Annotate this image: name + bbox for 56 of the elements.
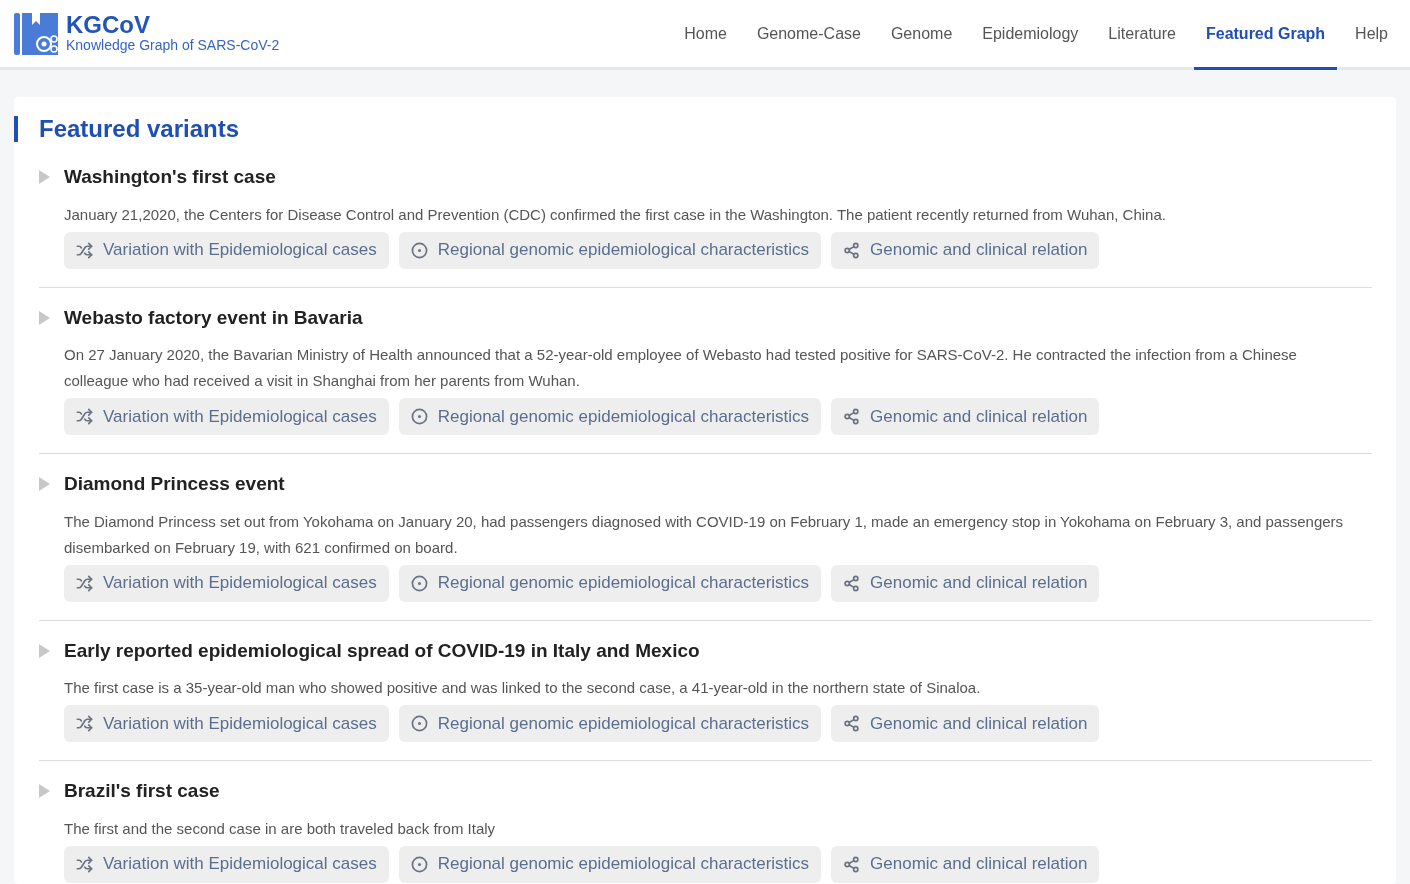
logo-icon [14,10,60,57]
case-description: The first case is a 35-year-old man who showed positive and was linked to the second case, a 41-year-old in the northern state of Sinaloa. [64,678,982,698]
shuffle-icon [76,574,93,592]
case-title: Webasto factory event in Bavaria [64,305,363,330]
nav-tab[interactable]: Genome [878,0,965,70]
feature-button[interactable]: Genomic and clinical relation [831,845,1100,883]
case-description: The Diamond Princess set out from Yokohama on January 20, had passengers diagnosed with COVID-19 on February 1, made an emergency stop in Yokohama on February 3, and passengers disembarked on February 19, with 621 confirmed on board. [64,511,1345,558]
feature-button[interactable]: Genomic and clinical relation [831,705,1100,742]
case-title: Brazil's first case [64,779,220,803]
logo-title: KGCoV [66,12,151,37]
nav-tab[interactable]: Genome-Case [744,0,873,70]
case-title: Washington's first case [64,165,276,189]
share-icon [843,408,861,425]
target-icon [410,855,428,873]
share-icon [843,855,861,873]
target-icon [410,241,428,259]
feature-button[interactable]: Regional genomic epidemiological characteristics [398,564,822,602]
target-icon [410,574,428,592]
case-description: January 21,2020, the Centers for Disease Control and Prevention (CDC) confirmed the first case in the Washington. The patient recently returned from Wuhan, China. [64,204,1167,225]
feature-button[interactable]: Genomic and clinical relation [831,564,1100,602]
nav-tab[interactable]: Epidemiology [970,0,1091,70]
nav-tab[interactable]: Featured Graph [1193,0,1338,70]
nav-tab[interactable]: Home [672,0,739,70]
caret-icon[interactable] [39,310,50,325]
shuffle-icon [76,855,93,873]
share-icon [843,241,861,259]
case-title: Early reported epidemiological spread of COVID-19 in Italy and Mexico [64,638,700,663]
nav-tab[interactable]: Help [1343,0,1400,70]
share-icon [843,715,861,732]
share-icon [843,574,861,592]
target-icon [410,408,428,425]
case-title: Diamond Princess event [64,472,285,496]
shuffle-icon [76,715,93,732]
logo-subtitle: Knowledge Graph of SARS-CoV-2 [66,36,280,55]
case-description: On 27 January 2020, the Bavarian Ministry of Health announced that a 52-year-old employee of Webasto had tested positive for SARS-CoV-2. He contracted the infection from a Chinese colleague who had received a visit in Shanghai from her parents from Wuhan. [64,345,1298,391]
shuffle-icon [76,241,93,259]
feature-button[interactable]: Regional genomic epidemiological characteristics [398,398,822,435]
target-icon [410,715,428,732]
feature-button[interactable]: Regional genomic epidemiological characteristics [398,705,822,742]
feature-button[interactable]: Genomic and clinical relation [831,398,1100,435]
feature-button[interactable]: Regional genomic epidemiological characteristics [398,231,822,269]
feature-button[interactable]: Variation with Epidemiological cases [64,845,389,883]
case-description: The first and the second case in are both traveled back from Italy [64,818,497,839]
nav-tab[interactable]: Literature [1096,0,1188,70]
caret-icon[interactable] [39,643,50,658]
caret-icon[interactable] [39,170,50,185]
feature-button[interactable]: Genomic and clinical relation [831,231,1100,269]
caret-icon[interactable] [39,477,50,492]
section-title: Featured variants [39,114,240,144]
caret-icon[interactable] [39,784,50,799]
feature-button[interactable]: Variation with Epidemiological cases [64,705,389,742]
feature-button[interactable]: Variation with Epidemiological cases [64,231,389,269]
feature-button[interactable]: Variation with Epidemiological cases [64,564,389,602]
feature-button[interactable]: Variation with Epidemiological cases [64,398,389,435]
shuffle-icon [76,408,93,425]
feature-button[interactable]: Regional genomic epidemiological characteristics [398,845,822,883]
